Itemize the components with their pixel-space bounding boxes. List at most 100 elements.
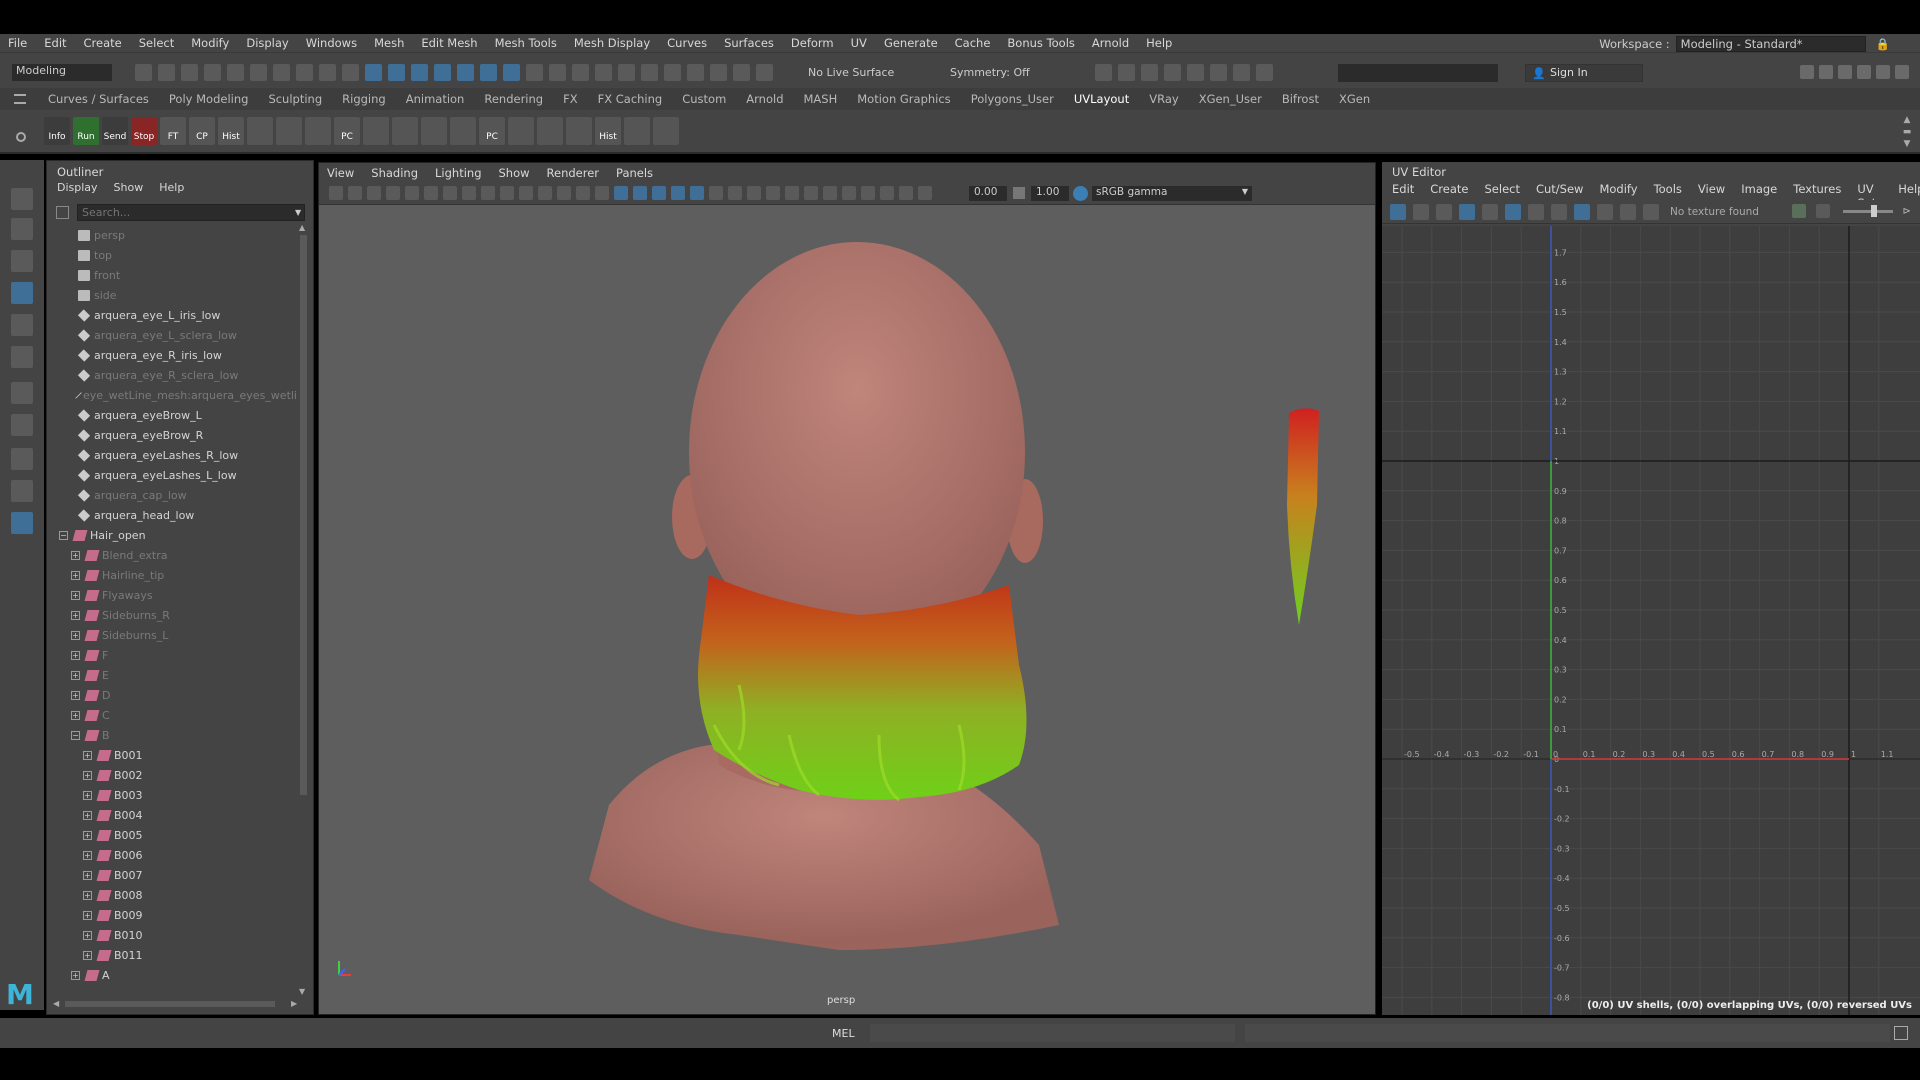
outliner-item[interactable]: + B009 xyxy=(47,905,297,925)
menu-cache[interactable]: Cache xyxy=(955,36,991,50)
status-tool-icon[interactable] xyxy=(733,64,750,81)
command-input[interactable] xyxy=(870,1024,1235,1042)
outliner-item[interactable]: arquera_eyeBrow_R xyxy=(47,425,297,445)
outliner-item[interactable]: + Sideburns_R xyxy=(47,605,297,625)
uv-tool-icon[interactable] xyxy=(1459,204,1475,220)
shelf-button-18[interactable] xyxy=(566,117,592,145)
uv-image-icon[interactable] xyxy=(1815,204,1830,218)
toolbox-tool-icon[interactable] xyxy=(11,414,33,436)
status-tool-icon[interactable] xyxy=(549,64,566,81)
shelf-tab-xgen-user[interactable]: XGen_User xyxy=(1199,92,1262,106)
viewport-menu-panels[interactable]: Panels xyxy=(616,166,653,180)
expand-icon[interactable]: + xyxy=(83,770,92,780)
shelf-tab-mash[interactable]: MASH xyxy=(804,92,838,106)
outliner-vscroll[interactable]: ▲ ▼ xyxy=(299,223,309,1000)
status-tool-icon[interactable] xyxy=(526,64,543,81)
status-tool-icon[interactable] xyxy=(641,64,658,81)
status-tool-icon[interactable] xyxy=(572,64,589,81)
outliner-item[interactable]: arquera_eye_R_sclera_low xyxy=(47,365,297,385)
shelf-button-7[interactable] xyxy=(247,117,273,145)
menu-edit-mesh[interactable]: Edit Mesh xyxy=(421,36,477,50)
shelf-tab-bifrost[interactable]: Bifrost xyxy=(1282,92,1319,106)
menu-curves[interactable]: Curves xyxy=(667,36,707,50)
lock-icon[interactable]: 🔒 xyxy=(1876,37,1890,51)
expand-icon[interactable]: + xyxy=(71,590,80,600)
outliner-item[interactable]: + B007 xyxy=(47,865,297,885)
viewport-tool-icon[interactable] xyxy=(462,186,476,200)
layout-icon[interactable] xyxy=(1838,65,1852,79)
viewport-tool-icon[interactable] xyxy=(614,186,628,200)
sign-in-button[interactable]: 👤 Sign In xyxy=(1525,64,1643,82)
viewport-tool-icon[interactable] xyxy=(424,186,438,200)
viewport-tool-icon[interactable] xyxy=(367,186,381,200)
status-tool-icon[interactable] xyxy=(342,64,359,81)
render-tool-icon[interactable] xyxy=(1118,64,1135,81)
color-space-dropdown[interactable]: sRGB gamma ▼ xyxy=(1092,186,1252,201)
shelf-button-11[interactable] xyxy=(363,117,389,145)
uv-grid[interactable]: -0.5 -0.4 -0.3 -0.2 -0.1 0 0.1 0.2 0.3 0.4 0.5 0.6 0… xyxy=(1382,226,1920,1015)
outliner-item[interactable]: arquera_eyeLashes_L_low xyxy=(47,465,297,485)
toolbox-tool-icon[interactable] xyxy=(11,512,33,534)
viewport-menu-view[interactable]: View xyxy=(327,166,354,180)
command-lang-label[interactable]: MEL xyxy=(832,1027,855,1040)
shelf-tab-fx[interactable]: FX xyxy=(563,92,578,106)
symmetry-dropdown[interactable]: Symmetry: Off xyxy=(950,66,1030,79)
shelf-button-20[interactable] xyxy=(624,117,650,145)
outliner-item[interactable]: + D xyxy=(47,685,297,705)
uv-tool-icon[interactable] xyxy=(1413,204,1429,220)
shelf-button-14[interactable] xyxy=(450,117,476,145)
outliner-item[interactable]: + B008 xyxy=(47,885,297,905)
shelf-tab-sculpting[interactable]: Sculpting xyxy=(268,92,322,106)
outliner-item[interactable]: arquera_eye_R_iris_low xyxy=(47,345,297,365)
outliner-item[interactable]: + B001 xyxy=(47,745,297,765)
viewport-tool-icon[interactable] xyxy=(348,186,362,200)
shelf-tab-polygons-user[interactable]: Polygons_User xyxy=(971,92,1054,106)
viewport-tool-icon[interactable] xyxy=(823,186,837,200)
menu-select[interactable]: Select xyxy=(139,36,174,50)
shelf-tab-custom[interactable]: Custom xyxy=(682,92,726,106)
status-tool-icon[interactable] xyxy=(250,64,267,81)
uv-toolbar-expand-icon[interactable]: ⊳ xyxy=(1903,206,1911,217)
shelf-button-16[interactable] xyxy=(508,117,534,145)
shelf-options-icon[interactable] xyxy=(14,94,26,104)
uv-display-icon[interactable] xyxy=(1792,204,1806,218)
viewport-tool-icon[interactable] xyxy=(519,186,533,200)
menu-deform[interactable]: Deform xyxy=(791,36,834,50)
shelf-button-0[interactable]: Info xyxy=(44,117,70,145)
toolbox-tool-icon[interactable] xyxy=(11,448,33,470)
viewport-tool-icon[interactable] xyxy=(481,186,495,200)
shelf-button-9[interactable] xyxy=(305,117,331,145)
status-tool-icon[interactable] xyxy=(135,64,152,81)
expand-icon[interactable]: + xyxy=(71,710,80,720)
menu-mesh[interactable]: Mesh xyxy=(374,36,404,50)
menu-generate[interactable]: Generate xyxy=(884,36,938,50)
expand-icon[interactable]: + xyxy=(71,610,80,620)
shelf-scroll[interactable]: ▲ ▬ ▼ xyxy=(1900,114,1914,150)
shelf-button-17[interactable] xyxy=(537,117,563,145)
render-tool-icon[interactable] xyxy=(1141,64,1158,81)
expand-icon[interactable]: + xyxy=(71,650,80,660)
menu-uv[interactable]: UV xyxy=(851,36,867,50)
expand-icon[interactable]: + xyxy=(71,570,80,580)
expand-icon[interactable]: + xyxy=(83,870,92,880)
viewport-menu-show[interactable]: Show xyxy=(499,166,530,180)
uv-brightness-slider[interactable] xyxy=(1843,204,1893,217)
gamma-icon[interactable] xyxy=(1013,187,1025,199)
viewport-tool-icon[interactable] xyxy=(557,186,571,200)
expand-icon[interactable]: + xyxy=(71,550,80,560)
outliner-item[interactable]: side xyxy=(47,285,297,305)
viewport-tool-icon[interactable] xyxy=(538,186,552,200)
status-tool-icon[interactable] xyxy=(273,64,290,81)
viewport-menu-shading[interactable]: Shading xyxy=(371,166,418,180)
outliner-item[interactable]: + B011 xyxy=(47,945,297,965)
shelf-tab-fx-caching[interactable]: FX Caching xyxy=(598,92,663,106)
viewport-tool-icon[interactable] xyxy=(842,186,856,200)
status-tool-icon[interactable] xyxy=(411,64,428,81)
expand-icon[interactable]: + xyxy=(83,950,92,960)
status-tool-icon[interactable] xyxy=(618,64,635,81)
layout-icon[interactable] xyxy=(1876,65,1890,79)
outliner-item[interactable]: − Hair_open xyxy=(47,525,297,545)
shelf-button-10[interactable]: PC xyxy=(334,117,360,145)
viewport-tool-icon[interactable] xyxy=(785,186,799,200)
toolbox-tool-icon[interactable] xyxy=(11,250,33,272)
